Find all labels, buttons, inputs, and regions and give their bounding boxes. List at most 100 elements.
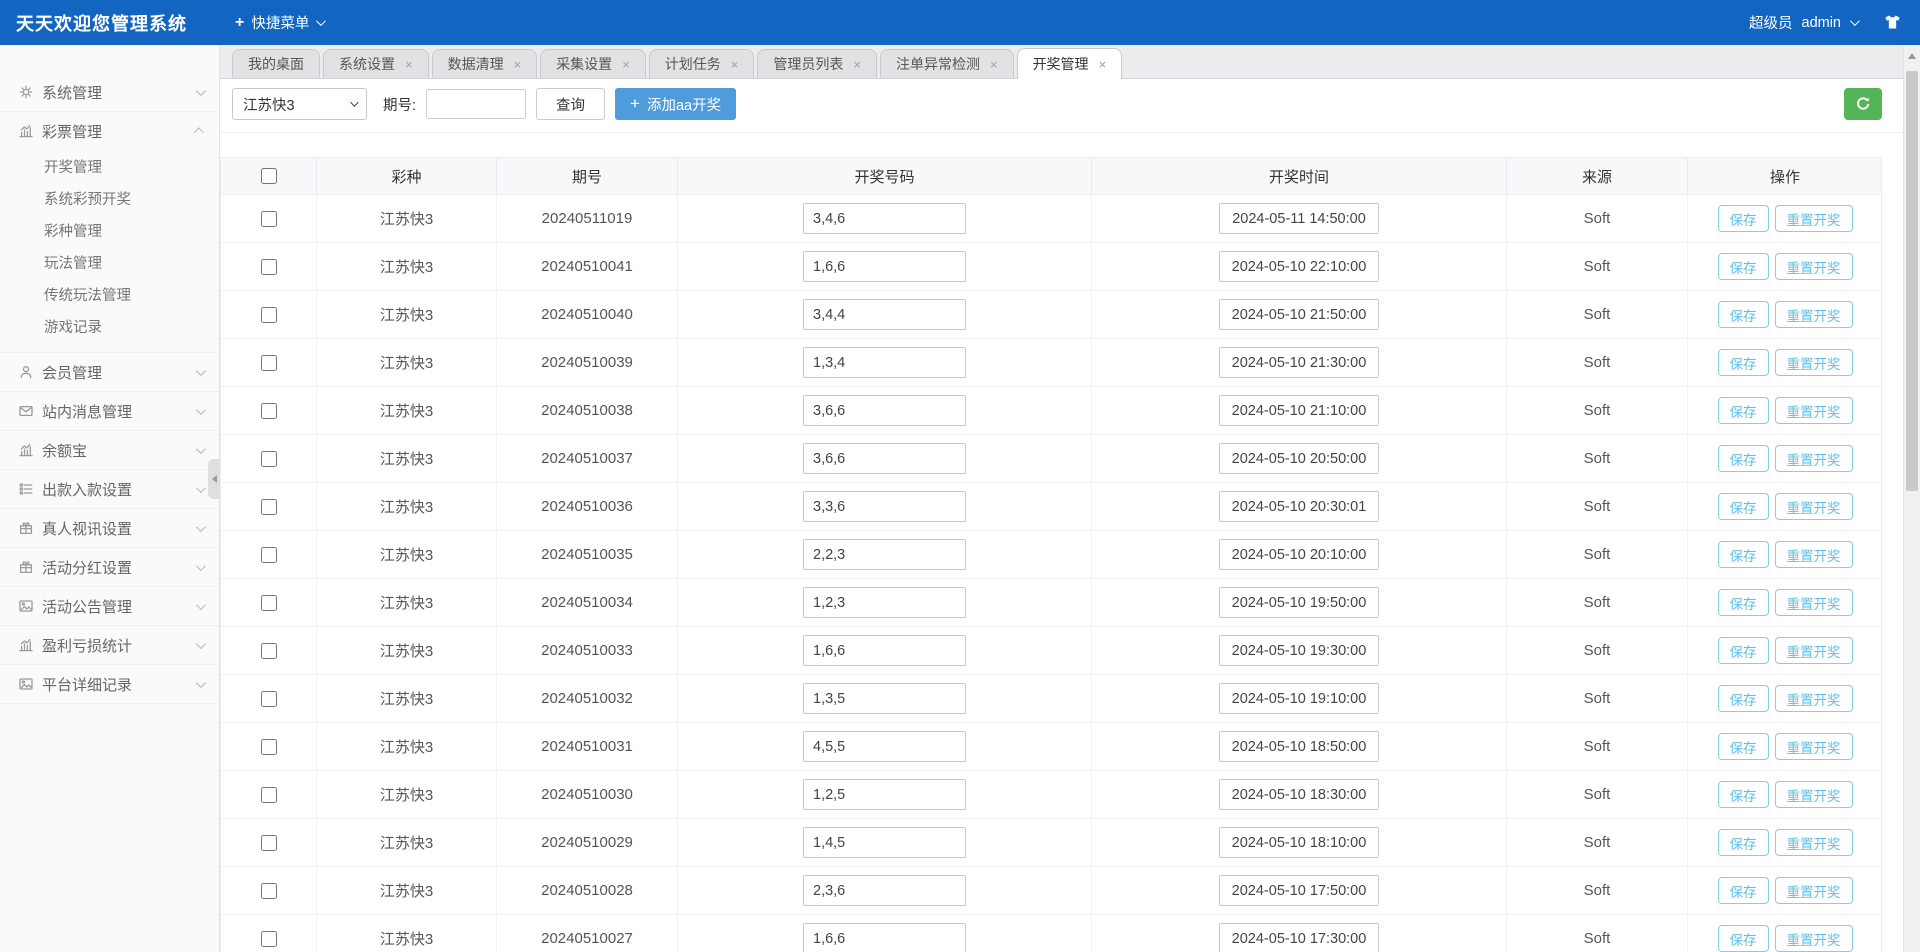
reset-draw-button[interactable]: 重置开奖 <box>1775 781 1853 808</box>
row-checkbox[interactable] <box>261 883 277 899</box>
tab-close-icon[interactable]: × <box>405 58 413 71</box>
sidebar-subitem-5[interactable]: 游戏记录 <box>0 312 219 344</box>
quick-menu-button[interactable]: + 快捷菜单 <box>235 12 323 33</box>
row-checkbox[interactable] <box>261 739 277 755</box>
tab-5[interactable]: 管理员列表× <box>757 49 877 78</box>
save-button[interactable]: 保存 <box>1718 253 1769 280</box>
sidebar-item-2[interactable]: 会员管理 <box>0 353 219 391</box>
save-button[interactable]: 保存 <box>1718 829 1769 856</box>
numbers-input[interactable] <box>803 827 966 858</box>
tab-close-icon[interactable]: × <box>990 58 998 71</box>
time-input[interactable] <box>1219 875 1379 906</box>
row-checkbox[interactable] <box>261 643 277 659</box>
issue-input[interactable] <box>426 89 526 119</box>
numbers-input[interactable] <box>803 203 966 234</box>
tab-4[interactable]: 计划任务× <box>649 49 755 78</box>
time-input[interactable] <box>1219 395 1379 426</box>
tab-close-icon[interactable]: × <box>1099 58 1107 71</box>
tab-3[interactable]: 采集设置× <box>540 49 646 78</box>
sidebar-collapse-handle[interactable] <box>208 459 220 499</box>
sidebar-item-9[interactable]: 盈利亏损统计 <box>0 626 219 664</box>
numbers-input[interactable] <box>803 299 966 330</box>
tab-6[interactable]: 注单异常检测× <box>880 49 1014 78</box>
user-menu[interactable]: 超级员 admin <box>1749 12 1857 33</box>
time-input[interactable] <box>1219 635 1379 666</box>
reset-draw-button[interactable]: 重置开奖 <box>1775 541 1853 568</box>
save-button[interactable]: 保存 <box>1718 925 1769 952</box>
sidebar-subitem-3[interactable]: 玩法管理 <box>0 248 219 280</box>
time-input[interactable] <box>1219 299 1379 330</box>
tab-2[interactable]: 数据清理× <box>432 49 538 78</box>
sidebar-item-5[interactable]: 出款入款设置 <box>0 470 219 508</box>
numbers-input[interactable] <box>803 443 966 474</box>
reset-draw-button[interactable]: 重置开奖 <box>1775 877 1853 904</box>
row-checkbox[interactable] <box>261 691 277 707</box>
numbers-input[interactable] <box>803 587 966 618</box>
row-checkbox[interactable] <box>261 211 277 227</box>
time-input[interactable] <box>1219 491 1379 522</box>
reset-draw-button[interactable]: 重置开奖 <box>1775 733 1853 760</box>
tab-7[interactable]: 开奖管理× <box>1017 48 1123 79</box>
sidebar-item-0[interactable]: 系统管理 <box>0 73 219 111</box>
time-input[interactable] <box>1219 443 1379 474</box>
sidebar-subitem-4[interactable]: 传统玩法管理 <box>0 280 219 312</box>
row-checkbox[interactable] <box>261 547 277 563</box>
row-checkbox[interactable] <box>261 259 277 275</box>
sidebar-subitem-2[interactable]: 彩种管理 <box>0 216 219 248</box>
numbers-input[interactable] <box>803 731 966 762</box>
sidebar-item-7[interactable]: 活动分红设置 <box>0 548 219 586</box>
theme-tshirt-icon[interactable] <box>1883 13 1902 32</box>
select-all-checkbox[interactable] <box>261 168 277 184</box>
refresh-button[interactable] <box>1844 88 1882 120</box>
tab-close-icon[interactable]: × <box>853 58 861 71</box>
time-input[interactable] <box>1219 779 1379 810</box>
numbers-input[interactable] <box>803 491 966 522</box>
save-button[interactable]: 保存 <box>1718 397 1769 424</box>
row-checkbox[interactable] <box>261 787 277 803</box>
sidebar-subitem-0[interactable]: 开奖管理 <box>0 152 219 184</box>
numbers-input[interactable] <box>803 539 966 570</box>
row-checkbox[interactable] <box>261 499 277 515</box>
reset-draw-button[interactable]: 重置开奖 <box>1775 205 1853 232</box>
tab-1[interactable]: 系统设置× <box>323 49 429 78</box>
reset-draw-button[interactable]: 重置开奖 <box>1775 253 1853 280</box>
save-button[interactable]: 保存 <box>1718 541 1769 568</box>
time-input[interactable] <box>1219 587 1379 618</box>
numbers-input[interactable] <box>803 779 966 810</box>
reset-draw-button[interactable]: 重置开奖 <box>1775 685 1853 712</box>
reset-draw-button[interactable]: 重置开奖 <box>1775 829 1853 856</box>
row-checkbox[interactable] <box>261 403 277 419</box>
time-input[interactable] <box>1219 347 1379 378</box>
reset-draw-button[interactable]: 重置开奖 <box>1775 589 1853 616</box>
save-button[interactable]: 保存 <box>1718 205 1769 232</box>
save-button[interactable]: 保存 <box>1718 589 1769 616</box>
numbers-input[interactable] <box>803 395 966 426</box>
sidebar-item-4[interactable]: 余额宝 <box>0 431 219 469</box>
reset-draw-button[interactable]: 重置开奖 <box>1775 637 1853 664</box>
time-input[interactable] <box>1219 923 1379 952</box>
query-button[interactable]: 查询 <box>536 88 605 120</box>
save-button[interactable]: 保存 <box>1718 637 1769 664</box>
row-checkbox[interactable] <box>261 451 277 467</box>
lottery-select[interactable]: 江苏快3 <box>232 88 367 120</box>
reset-draw-button[interactable]: 重置开奖 <box>1775 397 1853 424</box>
row-checkbox[interactable] <box>261 931 277 947</box>
reset-draw-button[interactable]: 重置开奖 <box>1775 349 1853 376</box>
numbers-input[interactable] <box>803 683 966 714</box>
reset-draw-button[interactable]: 重置开奖 <box>1775 493 1853 520</box>
tab-close-icon[interactable]: × <box>622 58 630 71</box>
sidebar-subitem-1[interactable]: 系统彩预开奖 <box>0 184 219 216</box>
save-button[interactable]: 保存 <box>1718 493 1769 520</box>
tab-close-icon[interactable]: × <box>514 58 522 71</box>
numbers-input[interactable] <box>803 635 966 666</box>
time-input[interactable] <box>1219 251 1379 282</box>
sidebar-item-6[interactable]: 真人视讯设置 <box>0 509 219 547</box>
add-draw-button[interactable]: + 添加aa开奖 <box>615 88 736 120</box>
save-button[interactable]: 保存 <box>1718 733 1769 760</box>
scroll-up-icon[interactable] <box>1908 53 1916 59</box>
row-checkbox[interactable] <box>261 355 277 371</box>
sidebar-item-3[interactable]: 站内消息管理 <box>0 392 219 430</box>
time-input[interactable] <box>1219 827 1379 858</box>
row-checkbox[interactable] <box>261 595 277 611</box>
tab-close-icon[interactable]: × <box>731 58 739 71</box>
